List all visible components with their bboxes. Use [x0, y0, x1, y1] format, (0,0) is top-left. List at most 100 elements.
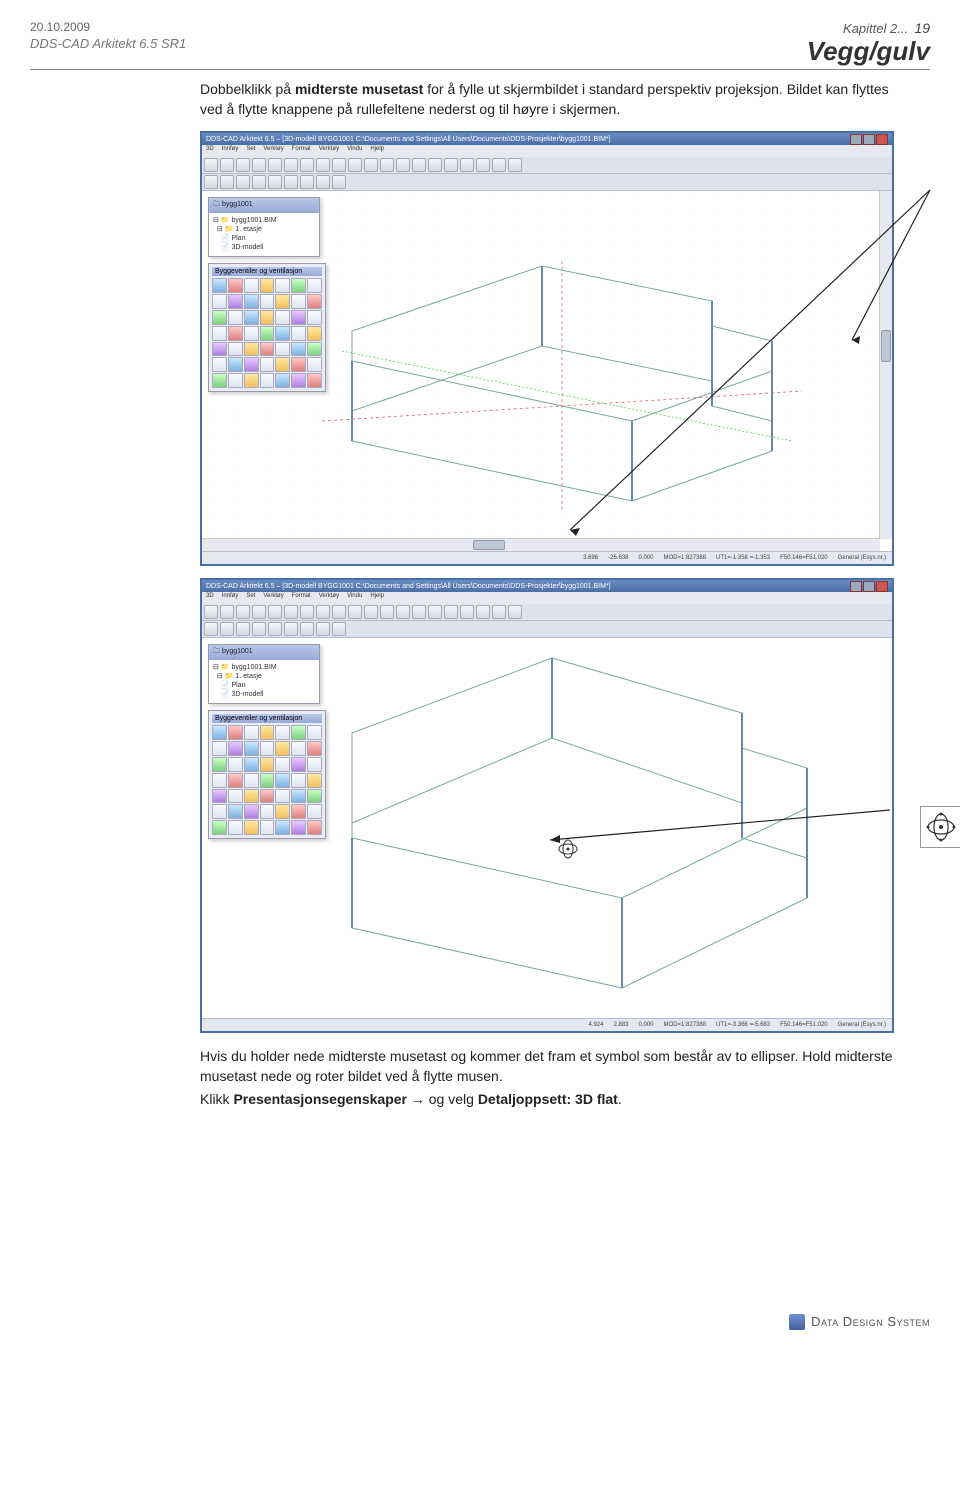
tree-item[interactable]: bygg1001.BIM: [231, 217, 276, 224]
toolbar-button[interactable]: [332, 622, 346, 636]
3d-viewport[interactable]: 🗀 bygg1001 ⊟ 📁 bygg1001.BIM ⊟ 📁 1. etasj…: [202, 191, 892, 551]
palette-tool[interactable]: [212, 326, 227, 341]
toolbar-button[interactable]: [300, 622, 314, 636]
palette-tool[interactable]: [275, 310, 290, 325]
toolbar-button[interactable]: [268, 605, 282, 619]
palette-tool[interactable]: [244, 310, 259, 325]
palette-tool[interactable]: [307, 278, 322, 293]
toolbar-button[interactable]: [220, 605, 234, 619]
palette-tool[interactable]: [212, 278, 227, 293]
menu-item[interactable]: Hjelp: [370, 146, 384, 156]
palette-tool[interactable]: [291, 789, 306, 804]
toolbar-button[interactable]: [492, 158, 506, 172]
tree-item[interactable]: 1. etasje: [235, 673, 261, 680]
toolbar-button[interactable]: [236, 158, 250, 172]
toolbar-button[interactable]: [236, 605, 250, 619]
toolbar-button[interactable]: [476, 158, 490, 172]
palette-tool[interactable]: [212, 773, 227, 788]
menu-item[interactable]: Verktøy: [319, 146, 339, 156]
toolbar-button[interactable]: [316, 605, 330, 619]
palette-tool[interactable]: [307, 342, 322, 357]
toolbar-button[interactable]: [300, 605, 314, 619]
palette-tool[interactable]: [228, 773, 243, 788]
palette-tool[interactable]: [228, 357, 243, 372]
toolbar-button[interactable]: [252, 158, 266, 172]
toolbar-button[interactable]: [284, 622, 298, 636]
palette-tool[interactable]: [244, 757, 259, 772]
palette-tool[interactable]: [228, 741, 243, 756]
palette-tool[interactable]: [275, 326, 290, 341]
palette-tool[interactable]: [291, 326, 306, 341]
palette-tool[interactable]: [260, 773, 275, 788]
palette-tool[interactable]: [212, 294, 227, 309]
palette-tool[interactable]: [275, 804, 290, 819]
toolbar-button[interactable]: [444, 158, 458, 172]
palette-tool[interactable]: [291, 804, 306, 819]
toolbar-button[interactable]: [332, 605, 346, 619]
close-button[interactable]: [876, 581, 888, 592]
maximize-button[interactable]: [863, 581, 875, 592]
palette-tool[interactable]: [228, 820, 243, 835]
palette-tool[interactable]: [260, 741, 275, 756]
tree-item[interactable]: bygg1001.BIM: [231, 664, 276, 671]
menu-item[interactable]: 3D: [206, 146, 214, 156]
palette-tool[interactable]: [275, 342, 290, 357]
palette-tool[interactable]: [212, 357, 227, 372]
minimize-button[interactable]: [850, 134, 862, 145]
palette-tool[interactable]: [275, 773, 290, 788]
palette-tool[interactable]: [307, 820, 322, 835]
tool-palette[interactable]: Byggeventiler og ventilasjon: [208, 263, 326, 392]
palette-tool[interactable]: [212, 820, 227, 835]
palette-tool[interactable]: [244, 326, 259, 341]
horizontal-scrollbar[interactable]: [202, 538, 880, 551]
palette-tool[interactable]: [275, 373, 290, 388]
palette-tool[interactable]: [307, 326, 322, 341]
menu-item[interactable]: Set: [246, 593, 255, 603]
toolbar-button[interactable]: [316, 622, 330, 636]
toolbar-button[interactable]: [364, 605, 378, 619]
palette-tool[interactable]: [244, 294, 259, 309]
palette-tool[interactable]: [244, 357, 259, 372]
toolbar-button[interactable]: [332, 175, 346, 189]
palette-tool[interactable]: [260, 789, 275, 804]
palette-tool[interactable]: [228, 804, 243, 819]
menu-item[interactable]: Vindu: [347, 593, 362, 603]
palette-tool[interactable]: [291, 773, 306, 788]
palette-tool[interactable]: [291, 373, 306, 388]
menu-item[interactable]: Format: [292, 146, 311, 156]
toolbar-button[interactable]: [220, 175, 234, 189]
palette-tool[interactable]: [244, 725, 259, 740]
menu-item[interactable]: Verktøy: [263, 593, 283, 603]
palette-tool[interactable]: [307, 725, 322, 740]
palette-tool[interactable]: [228, 789, 243, 804]
toolbar-button[interactable]: [268, 158, 282, 172]
menu-item[interactable]: 3D: [206, 593, 214, 603]
toolbar-button[interactable]: [204, 175, 218, 189]
palette-tool[interactable]: [244, 773, 259, 788]
palette-tool[interactable]: [307, 789, 322, 804]
toolbar-button[interactable]: [460, 158, 474, 172]
menu-item[interactable]: Innføy: [222, 593, 239, 603]
palette-tool[interactable]: [260, 804, 275, 819]
palette-tool[interactable]: [275, 741, 290, 756]
palette-tool[interactable]: [275, 294, 290, 309]
palette-tool[interactable]: [244, 804, 259, 819]
menu-item[interactable]: Format: [292, 593, 311, 603]
palette-tool[interactable]: [291, 820, 306, 835]
toolbar-button[interactable]: [268, 175, 282, 189]
tree-item[interactable]: Plan: [231, 235, 245, 242]
palette-tool[interactable]: [260, 357, 275, 372]
toolbar-button[interactable]: [300, 175, 314, 189]
palette-tool[interactable]: [212, 741, 227, 756]
minimize-button[interactable]: [850, 581, 862, 592]
palette-tool[interactable]: [244, 278, 259, 293]
tree-item[interactable]: 3D-modell: [231, 244, 263, 251]
palette-tool[interactable]: [212, 342, 227, 357]
toolbar-button[interactable]: [428, 605, 442, 619]
toolbar-button[interactable]: [252, 605, 266, 619]
palette-tool[interactable]: [307, 804, 322, 819]
palette-tool[interactable]: [291, 342, 306, 357]
toolbar-button[interactable]: [252, 175, 266, 189]
project-tree-panel[interactable]: 🗀 bygg1001 ⊟ 📁 bygg1001.BIM ⊟ 📁 1. etasj…: [208, 644, 320, 703]
palette-tool[interactable]: [260, 342, 275, 357]
